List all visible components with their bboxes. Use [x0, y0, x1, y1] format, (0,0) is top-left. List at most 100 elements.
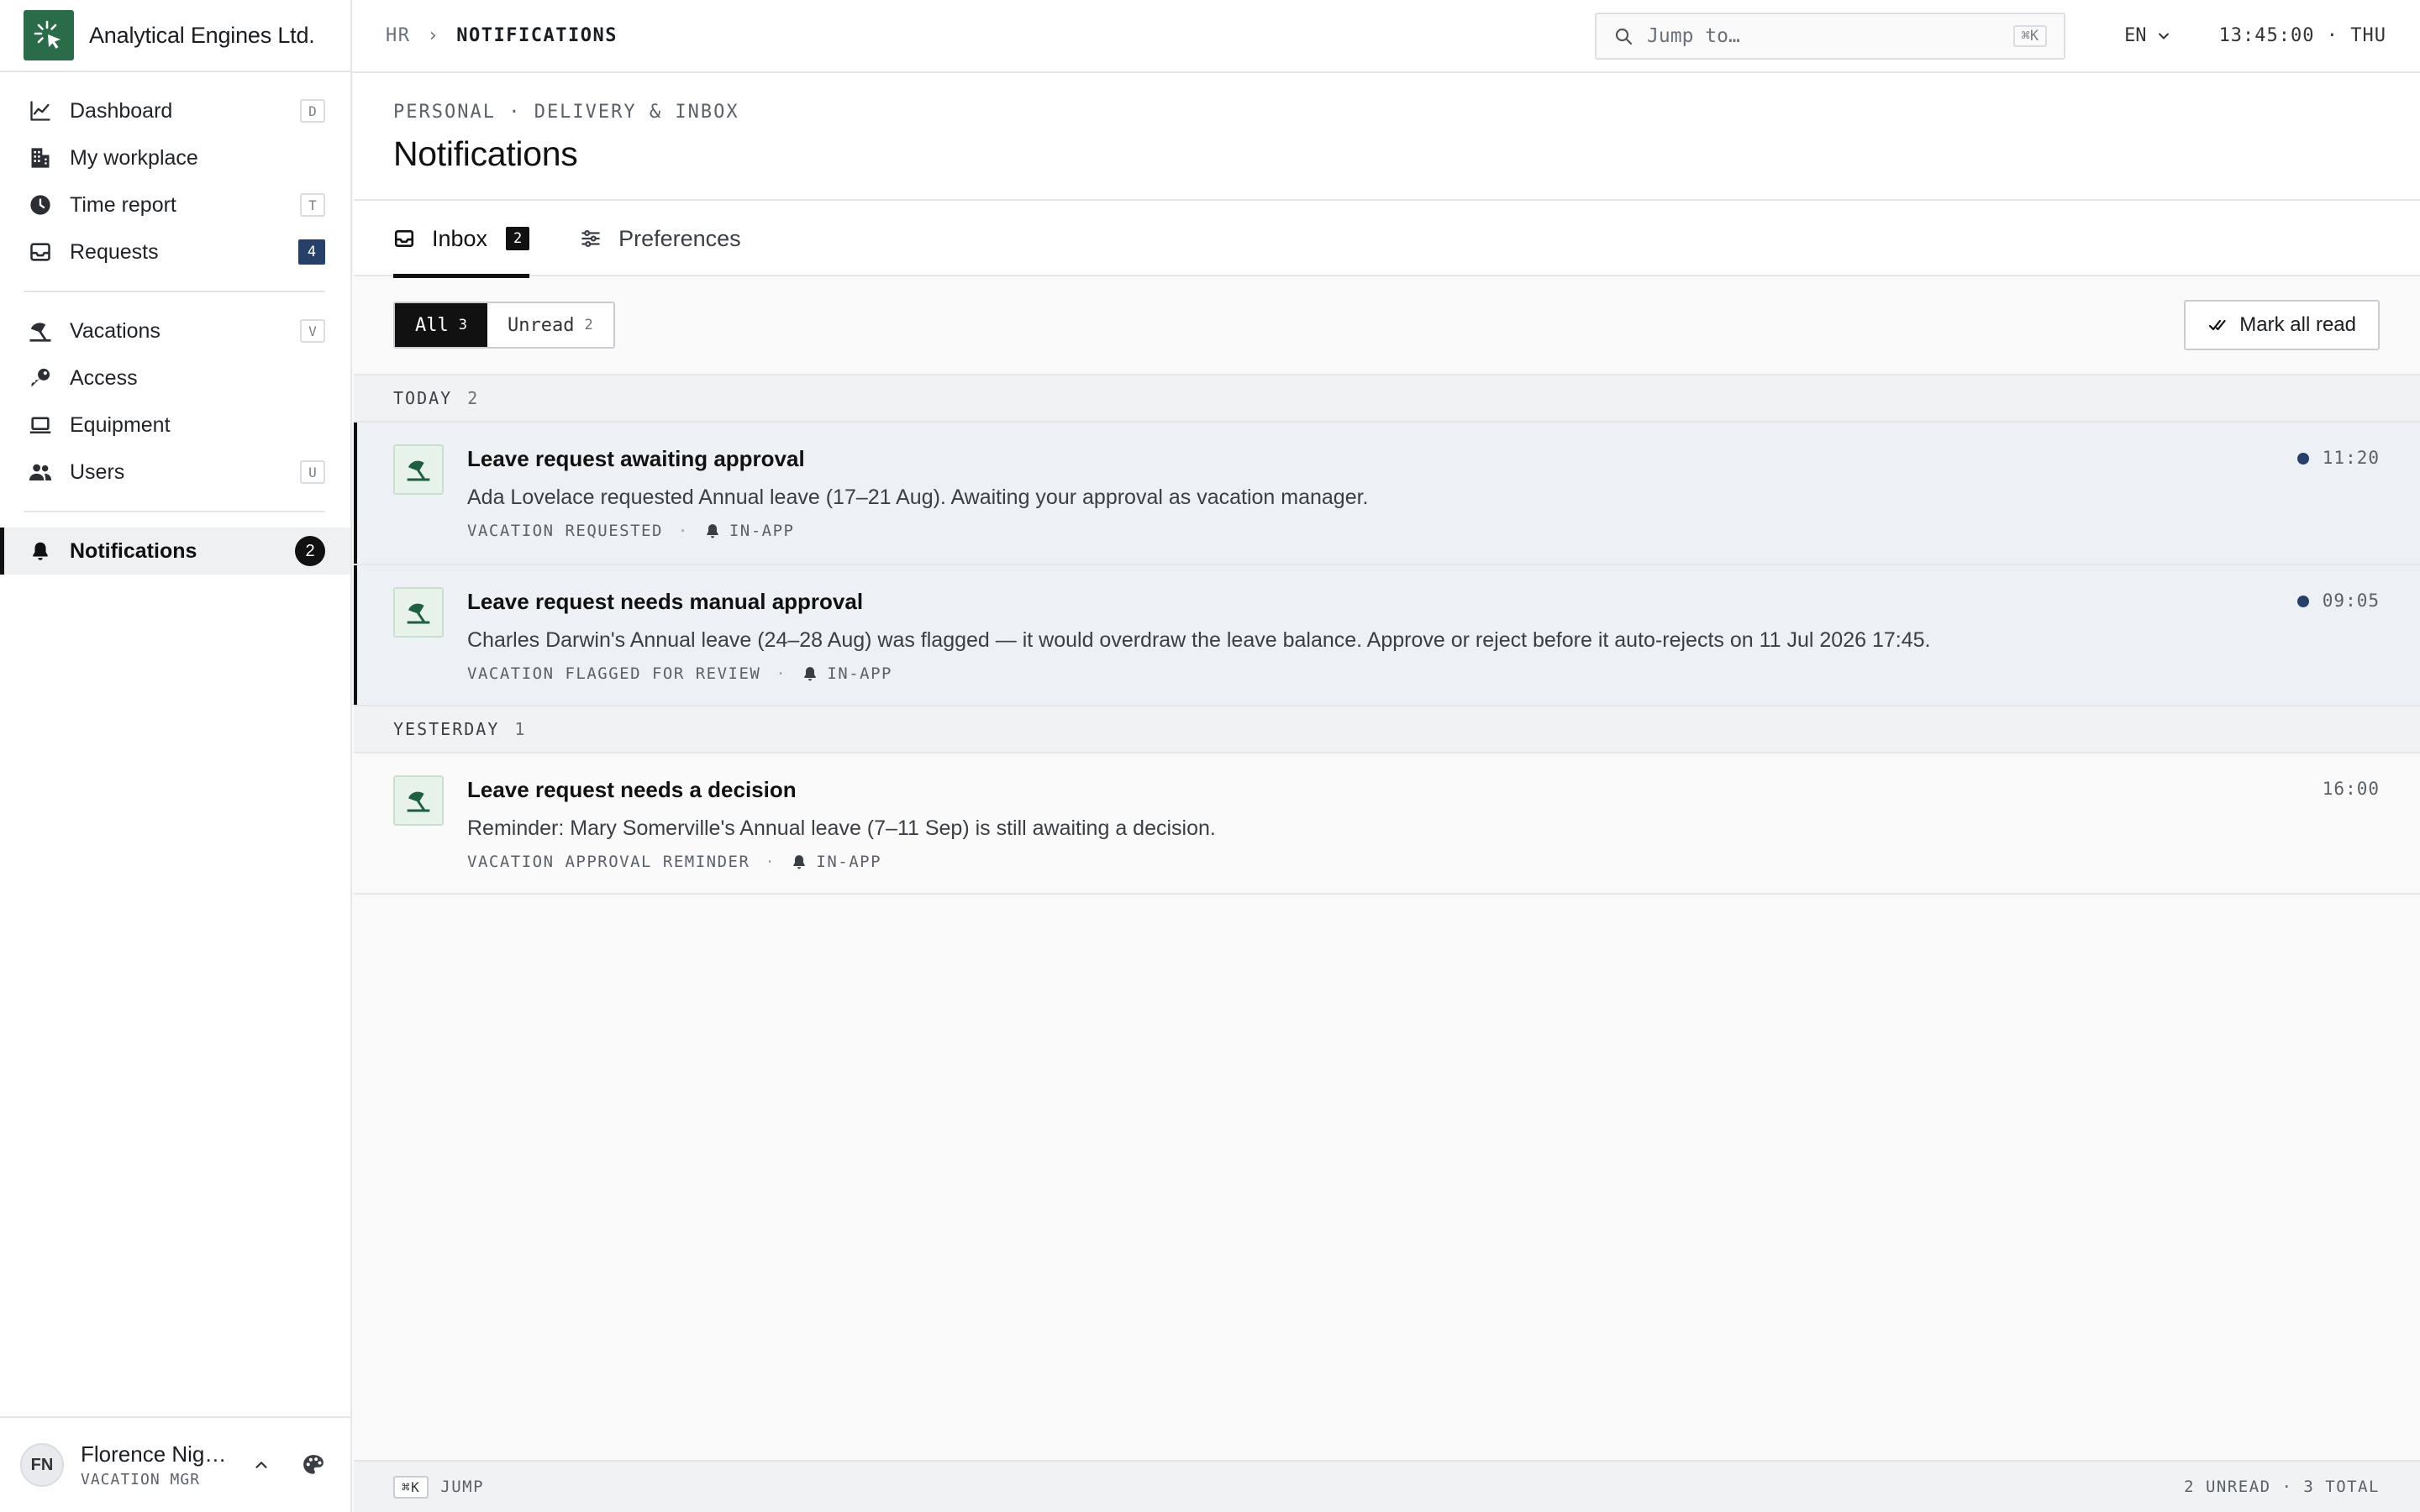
sidebar-item-time-report[interactable]: Time report T	[0, 181, 350, 228]
meta-separator: ·	[776, 664, 787, 683]
bell-icon	[28, 538, 53, 564]
shortcut-key: D	[300, 99, 325, 123]
filter-label: Unread	[508, 314, 575, 336]
notification-time: 11:20	[2296, 444, 2380, 564]
tabs: Inbox 2 Preferences	[354, 201, 2420, 278]
sidebar: Analytical Engines Ltd. Dashboard D My w…	[0, 0, 352, 1512]
notification-time: 09:05	[2296, 587, 2380, 705]
user-menu: FN Florence Nightingale VACATION MGR	[0, 1416, 350, 1512]
notification-body: Leave request awaiting approval Ada Love…	[467, 444, 2297, 564]
sidebar-item-my-workplace[interactable]: My workplace	[0, 134, 350, 181]
notification-channel: IN-APP	[816, 853, 882, 871]
sidebar-item-access[interactable]: Access	[0, 354, 350, 402]
users-icon	[28, 459, 53, 485]
brand[interactable]: Analytical Engines Ltd.	[0, 0, 350, 72]
tab-label: Preferences	[618, 225, 741, 251]
inbox-toolbar: All 3 Unread 2 Mark all read	[354, 276, 2420, 375]
language-value: EN	[2124, 25, 2147, 46]
avatar[interactable]: FN	[20, 1443, 64, 1487]
notification-item[interactable]: Leave request needs a decision Reminder:…	[354, 753, 2420, 895]
filter-segmented-control: All 3 Unread 2	[393, 302, 615, 349]
notification-type: VACATION REQUESTED	[467, 522, 663, 540]
page-title: Notifications	[393, 134, 578, 173]
page-header: PERSONAL · DELIVERY & INBOX Notification…	[354, 73, 2420, 201]
sidebar-item-dashboard[interactable]: Dashboard D	[0, 87, 350, 134]
sidebar-item-label: Equipment	[70, 412, 171, 437]
sidebar-item-users[interactable]: Users U	[0, 449, 350, 496]
group-header-yesterday: YESTERDAY 1	[354, 706, 2420, 753]
notification-title: Leave request awaiting approval	[467, 446, 805, 471]
search-icon	[1613, 26, 1634, 46]
notification-title: Leave request needs manual approval	[467, 589, 864, 614]
group-label: TODAY	[393, 388, 453, 408]
sidebar-item-label: Dashboard	[70, 98, 173, 123]
search-input[interactable]	[1647, 24, 2013, 47]
sidebar-item-equipment[interactable]: Equipment	[0, 402, 350, 449]
tab-label: Inbox	[432, 225, 488, 251]
search-shortcut: ⌘K	[2012, 24, 2048, 47]
sidebar-item-label: Requests	[70, 239, 159, 264]
notification-item[interactable]: Leave request needs manual approval Char…	[354, 565, 2420, 706]
notification-meta: VACATION FLAGGED FOR REVIEW · IN-APP	[467, 664, 2297, 683]
filter-unread-button[interactable]: Unread 2	[487, 303, 613, 347]
user-role: VACATION MGR	[81, 1471, 201, 1488]
mark-all-read-button[interactable]: Mark all read	[2184, 300, 2380, 350]
key-icon	[28, 365, 53, 391]
nav-group-admin: Vacations V Access Equipment Users U	[0, 292, 350, 512]
tab-inbox[interactable]: Inbox 2	[393, 201, 530, 278]
search-box[interactable]: ⌘K	[1595, 12, 2066, 60]
language-select[interactable]: EN	[2124, 25, 2172, 46]
double-check-icon	[2207, 315, 2228, 335]
notification-type: VACATION FLAGGED FOR REVIEW	[467, 664, 761, 683]
tab-preferences[interactable]: Preferences	[580, 201, 741, 276]
breadcrumb-root-link[interactable]: HR	[386, 25, 411, 46]
sidebar-item-notifications[interactable]: Notifications 2	[0, 528, 350, 575]
bell-icon	[791, 853, 808, 870]
filter-count: 3	[458, 317, 467, 333]
status-bar: ⌘K JUMP 2 UNREAD · 3 TOTAL	[354, 1460, 2420, 1512]
chart-line-icon	[28, 98, 53, 123]
bell-icon	[802, 665, 818, 682]
notification-meta: VACATION APPROVAL REMINDER · IN-APP	[467, 853, 2323, 871]
group-header-today: TODAY 2	[354, 375, 2420, 423]
requests-count-badge: 4	[298, 239, 325, 265]
breadcrumb-current: NOTIFICATIONS	[456, 25, 618, 46]
notification-timestamp: 16:00	[2322, 779, 2380, 799]
group-count: 1	[514, 719, 527, 739]
group-count: 2	[467, 388, 480, 408]
notification-timestamp: 11:20	[2322, 448, 2380, 468]
topbar: HR › NOTIFICATIONS ⌘K EN 13:45:00 · THU	[352, 0, 2420, 73]
sidebar-item-label: Vacations	[70, 318, 160, 343]
cursor-click-icon	[24, 10, 74, 60]
brand-name: Analytical Engines Ltd.	[89, 22, 315, 48]
notification-title: Leave request needs a decision	[467, 777, 797, 802]
filter-all-button[interactable]: All 3	[395, 303, 487, 347]
inbox-icon	[393, 228, 415, 249]
palette-icon[interactable]	[297, 1452, 330, 1478]
beach-umbrella-icon	[393, 444, 444, 495]
user-info[interactable]: Florence Nightingale VACATION MGR	[81, 1441, 245, 1488]
sidebar-item-requests[interactable]: Requests 4	[0, 228, 350, 276]
mark-all-read-label: Mark all read	[2239, 313, 2356, 336]
nav-group-main: Dashboard D My workplace Time report T R…	[0, 72, 350, 292]
inbox-icon	[28, 239, 53, 265]
notification-description: Reminder: Mary Somerville's Annual leave…	[467, 816, 1216, 840]
notification-timestamp: 09:05	[2322, 591, 2380, 611]
clock: 13:45:00 · THU	[2218, 25, 2386, 46]
notifications-count-badge: 2	[295, 536, 325, 566]
chevron-up-icon[interactable]	[245, 1456, 278, 1474]
tab-count-badge: 2	[506, 227, 530, 250]
shortcut-key: U	[300, 460, 325, 484]
meta-separator: ·	[765, 853, 776, 871]
notification-description: Charles Darwin's Annual leave (24–28 Aug…	[467, 628, 1931, 652]
shortcut-key: T	[300, 193, 325, 217]
sidebar-item-vacations[interactable]: Vacations V	[0, 307, 350, 354]
notification-channel: IN-APP	[729, 522, 795, 540]
sliders-icon	[580, 228, 602, 249]
sidebar-item-label: Users	[70, 459, 125, 484]
notification-item[interactable]: Leave request awaiting approval Ada Love…	[354, 423, 2420, 565]
jump-hint: JUMP	[440, 1478, 485, 1496]
laptop-icon	[28, 412, 53, 438]
jump-shortcut[interactable]: ⌘K	[393, 1475, 429, 1499]
meta-separator: ·	[677, 522, 689, 540]
